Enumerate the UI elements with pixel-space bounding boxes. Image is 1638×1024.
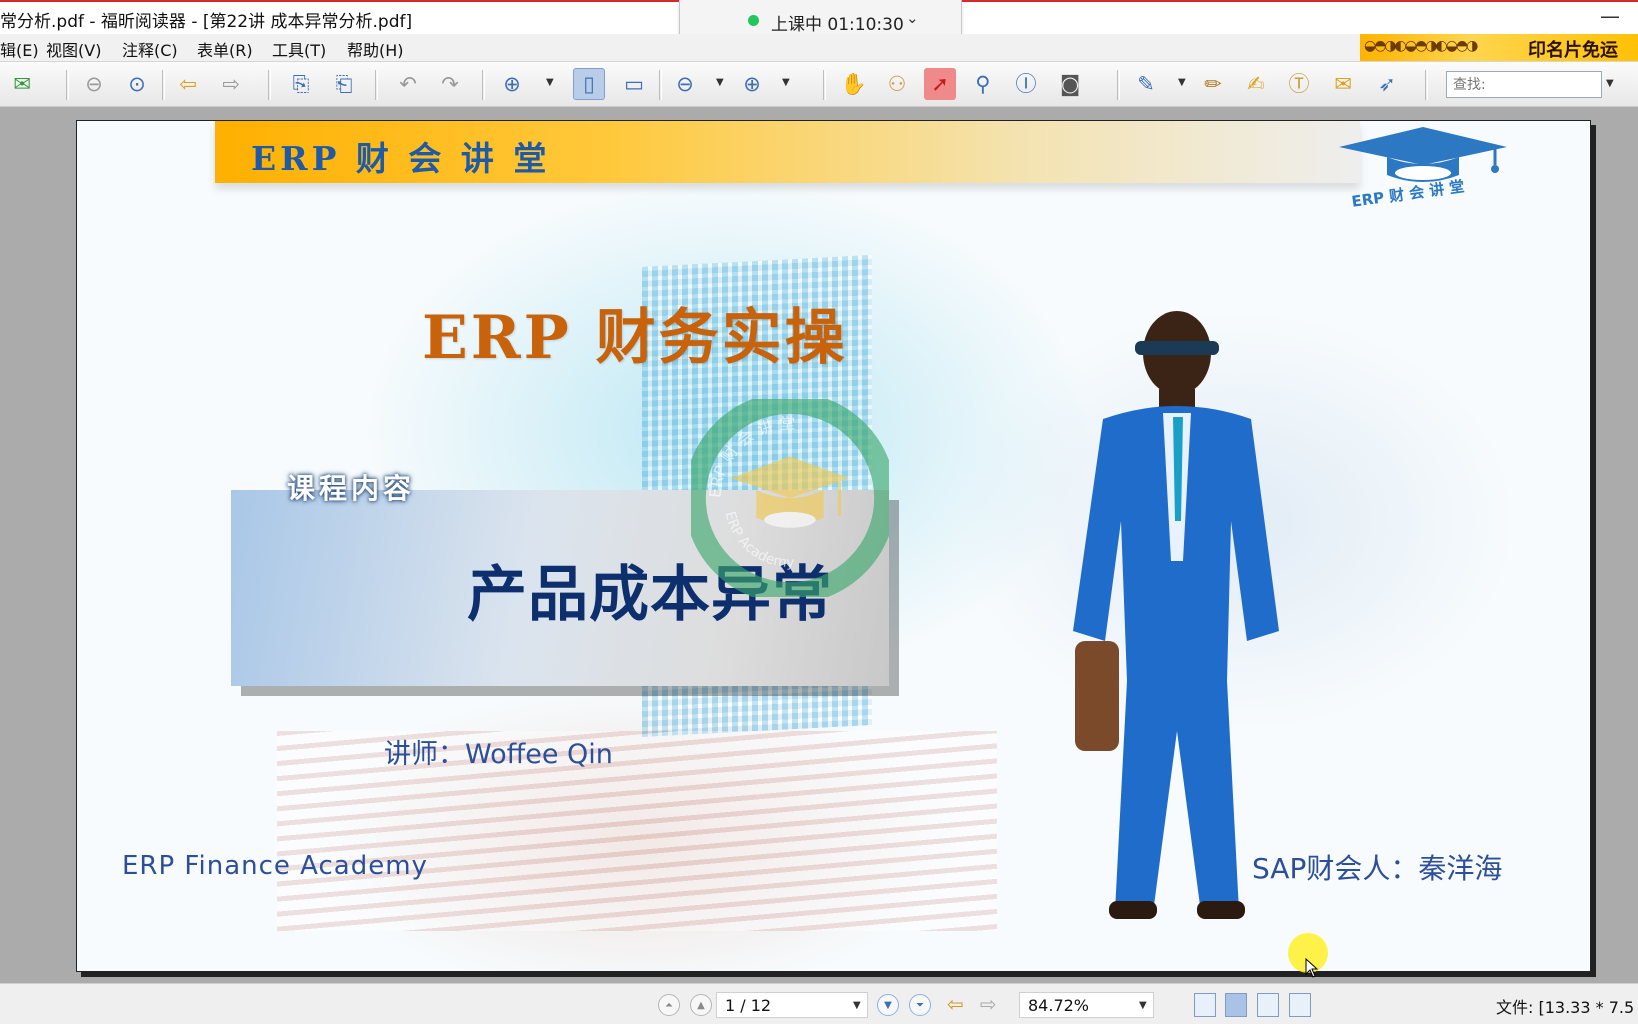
text-select-icon[interactable]: Ⓘ (1010, 68, 1042, 100)
zoom-dropdown-icon[interactable]: ▼ (1139, 1000, 1147, 1011)
undo-icon[interactable]: ↶ (392, 68, 424, 100)
menu-view[interactable]: 视图(V) (46, 37, 101, 61)
comment-icon[interactable]: ✉ (1327, 68, 1359, 100)
continuous-facing-view-icon[interactable] (1289, 993, 1311, 1017)
page-dropdown-icon[interactable]: ▼ (853, 1000, 861, 1011)
search-dropdown-icon[interactable]: ▼ (1606, 78, 1614, 89)
back-icon[interactable]: ⇦ (172, 68, 204, 100)
header-text: ERP 财 会 讲 堂 (251, 139, 551, 178)
businessman-photo (1073, 311, 1279, 919)
toolbar: ✉ ⊖ ⊙ ⇦ ⇨ ⎘ ⎗ ↶ ↷ ⊕ ▼ ▯ ▭ ⊖ ▼ ⊕ ▼ ✋ ⚇ ➚ … (0, 62, 1638, 107)
zoom-icon[interactable]: ⊕ (496, 68, 528, 100)
zoom-out-dropdown-icon[interactable]: ▼ (716, 77, 724, 88)
forward-arrow-icon[interactable]: ⇨ (980, 992, 997, 1016)
extract-page-icon[interactable]: ⎗ (328, 68, 360, 100)
next-page-icon[interactable]: ▼ (877, 994, 899, 1016)
toolbar-separator (66, 70, 69, 100)
menu-edit[interactable]: 辑(E) (0, 37, 39, 61)
class-timer-text: 上课中 01:10:30 (771, 15, 904, 35)
email-icon[interactable]: ✉ (6, 68, 38, 100)
toolbar-separator (659, 70, 662, 100)
zoom-dropdown-icon[interactable]: ▼ (546, 77, 554, 88)
insert-page-icon[interactable]: ⎘ (285, 68, 317, 100)
select-arrow-icon[interactable]: ➚ (924, 68, 956, 100)
academy-seal-watermark: ERP 财 会 讲 堂 ERP Academy (691, 399, 889, 597)
pencil-icon[interactable]: ✏ (1197, 68, 1229, 100)
menu-form[interactable]: 表单(R) (197, 37, 253, 61)
typewriter-icon[interactable]: ✎ (1130, 68, 1162, 100)
main-title: ERP 财务实操 (422, 303, 848, 373)
ad-banner[interactable]: ◒◓◑◐◒◓◑◐◒◓◑ 印名片免运 (1360, 34, 1638, 61)
snapshot-icon[interactable]: ◙ (1054, 68, 1086, 100)
page-number-field[interactable]: 1 / 12 (716, 992, 868, 1018)
mouse-cursor-icon (1305, 958, 1319, 978)
next-page-icon[interactable]: ⊙ (121, 68, 153, 100)
lecturer-label: 讲师：Woffee Qin (384, 739, 613, 770)
menu-annotate[interactable]: 注释(C) (122, 37, 178, 61)
binoculars-icon[interactable]: ⚲ (967, 68, 999, 100)
typewriter-dropdown-icon[interactable]: ▼ (1178, 77, 1186, 88)
previous-page-icon[interactable]: ⊖ (78, 68, 110, 100)
toolbar-separator (1425, 70, 1428, 100)
chevron-down-icon[interactable]: ⌄ (906, 9, 919, 27)
academy-label: ERP Finance Academy (122, 851, 428, 881)
arrow-tool-icon[interactable]: ➶ (1371, 68, 1403, 100)
single-page-view-icon[interactable] (1194, 993, 1216, 1017)
continuous-view-icon[interactable] (1225, 993, 1247, 1017)
back-arrow-icon[interactable]: ⇦ (947, 992, 964, 1016)
toolbar-separator (823, 70, 826, 100)
fit-page-icon[interactable]: ▯ (573, 68, 605, 100)
toolbar-separator (482, 70, 485, 100)
toolbar-separator (162, 70, 165, 100)
live-indicator-icon (748, 15, 759, 26)
ad-decoration-icon: ◒◓◑◐◒◓◑◐◒◓◑ (1364, 38, 1478, 54)
header-band: ERP 财 会 讲 堂 (215, 121, 1360, 183)
facing-view-icon[interactable] (1257, 993, 1279, 1017)
toolbar-separator (375, 70, 378, 100)
zoom-level-field[interactable]: 84.72% (1019, 992, 1154, 1018)
file-info: 文件: [13.33 * 7.5 (1496, 998, 1635, 1017)
menu-help[interactable]: 帮助(H) (347, 37, 404, 61)
zoom-out-icon[interactable]: ⊖ (669, 68, 701, 100)
last-page-icon[interactable]: ⏷ (909, 994, 931, 1016)
search-input[interactable] (1446, 71, 1602, 98)
pdf-page: ERP 财 会 讲 堂 ERP 财 会 讲 堂 ERP 财务实操 课程内容 产品… (76, 120, 1591, 972)
academy-logo: ERP 财 会 讲 堂 (1335, 125, 1511, 217)
toolbar-separator (1117, 70, 1120, 100)
note-icon[interactable]: ✍ (1240, 68, 1272, 100)
hand-icon[interactable]: ✋ (838, 68, 870, 100)
menu-tools[interactable]: 工具(T) (272, 37, 326, 61)
zoom-in-icon[interactable]: ⊕ (736, 68, 768, 100)
first-page-icon[interactable]: ⏶ (658, 994, 680, 1016)
textbox-icon[interactable]: Ⓣ (1283, 68, 1315, 100)
redo-icon[interactable]: ↷ (434, 68, 466, 100)
graduation-cap-icon (1339, 127, 1507, 182)
status-bar: ⏶ ▲ 1 / 12 ▼ ▼ ⏷ ⇦ ⇨ 84.72% ▼ 文件: [13.33… (0, 983, 1638, 1024)
ad-text: 印名片免运 (1528, 40, 1618, 61)
forward-icon[interactable]: ⇨ (215, 68, 247, 100)
content-label: 课程内容 (287, 472, 416, 505)
zoom-in-dropdown-icon[interactable]: ▼ (782, 77, 790, 88)
window-title: 常分析.pdf - 福昕阅读器 - [第22讲 成本异常分析.pdf] (0, 12, 413, 32)
minimize-button[interactable]: — (1600, 4, 1620, 28)
prev-page-icon[interactable]: ▲ (690, 994, 712, 1016)
reading-glasses-icon[interactable]: ⚇ (881, 68, 913, 100)
document-area[interactable]: ERP 财 会 讲 堂 ERP 财 会 讲 堂 ERP 财务实操 课程内容 产品… (0, 107, 1638, 983)
toolbar-separator (268, 70, 271, 100)
fit-width-icon[interactable]: ▭ (618, 68, 650, 100)
